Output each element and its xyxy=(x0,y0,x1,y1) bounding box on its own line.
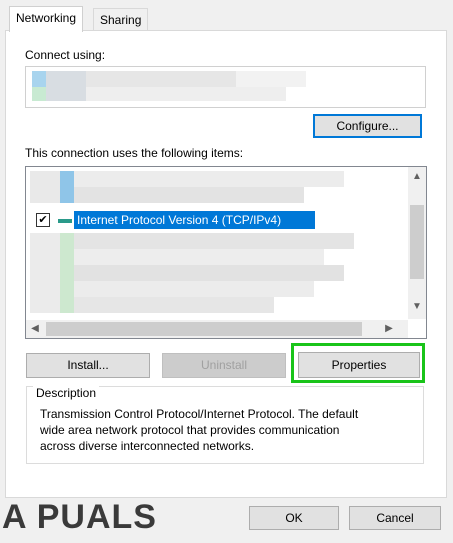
tab-networking[interactable]: Networking xyxy=(9,6,84,32)
tab-sharing[interactable]: Sharing xyxy=(93,8,149,31)
vertical-scroll-thumb[interactable] xyxy=(410,205,424,279)
list-item-ipv4[interactable]: Internet Protocol Version 4 (TCP/IPv4) xyxy=(74,211,315,229)
scroll-down-icon[interactable]: ▼ xyxy=(408,301,426,312)
watermark-logo: A PUALS xyxy=(2,498,157,536)
description-legend: Description xyxy=(33,386,100,400)
install-button[interactable]: Install... xyxy=(26,353,150,378)
uninstall-button[interactable]: Uninstall xyxy=(162,353,286,378)
items-list[interactable]: ✔ Internet Protocol Version 4 (TCP/IPv4)… xyxy=(25,166,427,339)
scroll-right-icon[interactable]: ▶ xyxy=(380,323,398,334)
scroll-up-icon[interactable]: ▲ xyxy=(408,171,426,182)
horizontal-scrollbar[interactable]: ◀ ▶ xyxy=(26,320,408,338)
ok-button[interactable]: OK xyxy=(249,506,339,530)
scroll-left-icon[interactable]: ◀ xyxy=(26,323,44,334)
configure-button[interactable]: Configure... xyxy=(313,114,422,138)
network-protocol-icon xyxy=(58,219,72,223)
connect-using-label: Connect using: xyxy=(25,48,106,62)
vertical-scrollbar[interactable]: ▲ ▼ xyxy=(408,167,426,319)
adapter-name-field xyxy=(25,66,426,108)
horizontal-scroll-thumb[interactable] xyxy=(46,322,362,336)
items-label: This connection uses the following items… xyxy=(25,146,244,160)
description-text: Transmission Control Protocol/Internet P… xyxy=(40,407,359,453)
ipv4-checkbox[interactable]: ✔ xyxy=(36,213,50,227)
highlight-box xyxy=(291,343,425,383)
cancel-button[interactable]: Cancel xyxy=(349,506,441,530)
